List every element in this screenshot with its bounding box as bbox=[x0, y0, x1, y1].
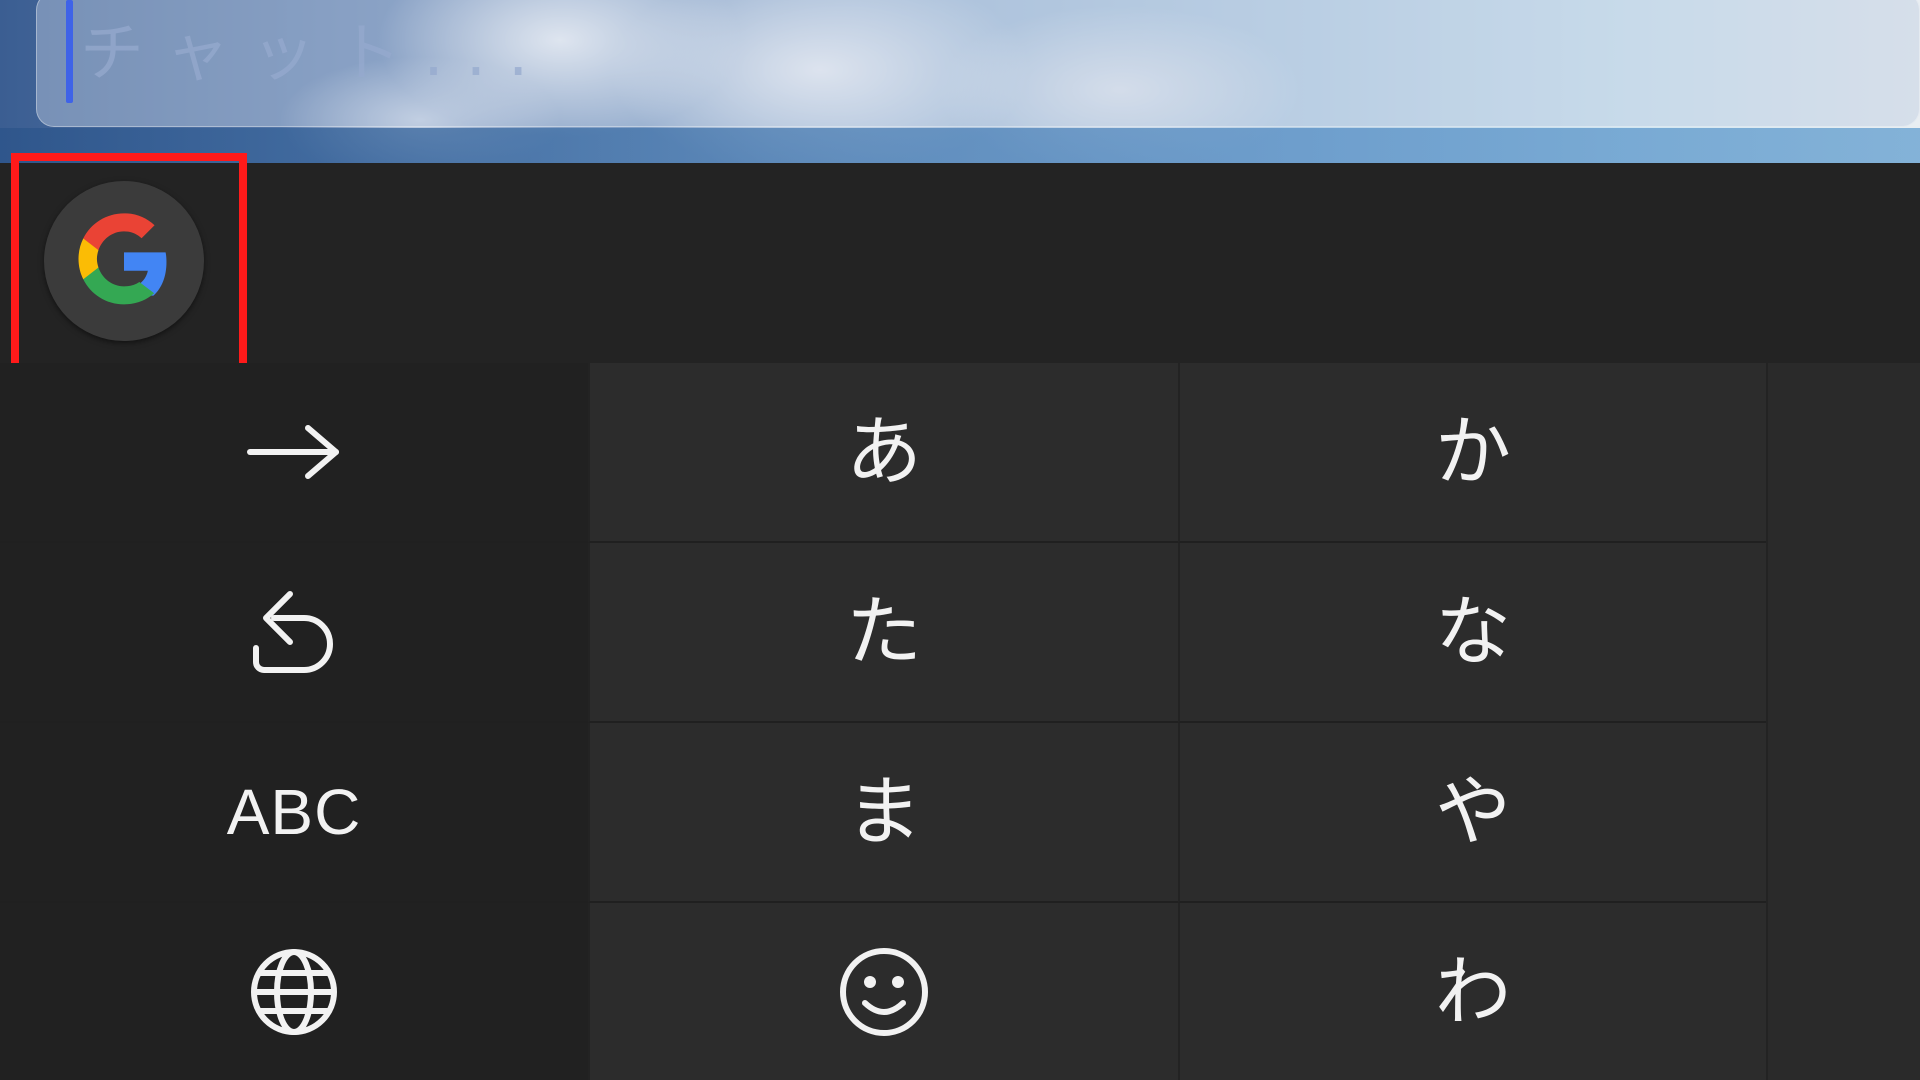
globe-icon bbox=[251, 948, 337, 1035]
screen: チャット... ABC あ た ま か な や わ bbox=[0, 0, 1920, 1080]
key-na[interactable]: な bbox=[1178, 543, 1766, 723]
key-ta[interactable]: た bbox=[588, 543, 1178, 723]
abc-key[interactable]: ABC bbox=[0, 723, 588, 903]
arrow-right-icon bbox=[247, 425, 339, 479]
key-ta-label: た bbox=[846, 587, 922, 676]
text-caret bbox=[66, 0, 73, 103]
keyboard-toolbar bbox=[0, 163, 1920, 363]
key-wa[interactable]: わ bbox=[1178, 903, 1766, 1080]
key-wa-label: わ bbox=[1435, 946, 1511, 1036]
key-ka[interactable]: か bbox=[1178, 363, 1766, 543]
key-ya-label: や bbox=[1435, 767, 1511, 856]
keyboard-right-column bbox=[1766, 363, 1920, 1080]
chat-input-placeholder: チャット... bbox=[80, 17, 551, 91]
key-a[interactable]: あ bbox=[588, 363, 1178, 543]
next-key[interactable] bbox=[0, 363, 588, 543]
emoji-key[interactable] bbox=[588, 903, 1178, 1080]
key-ma[interactable]: ま bbox=[588, 723, 1178, 903]
undo-key[interactable] bbox=[0, 543, 588, 723]
chat-background-band bbox=[0, 128, 1920, 163]
globe-key[interactable] bbox=[0, 903, 588, 1080]
highlight-annotation-box bbox=[11, 153, 247, 379]
key-ya[interactable]: や bbox=[1178, 723, 1766, 903]
key-na-label: な bbox=[1435, 587, 1511, 676]
undo-icon bbox=[253, 591, 333, 673]
abc-key-label: ABC bbox=[226, 776, 362, 848]
key-ma-label: ま bbox=[846, 767, 922, 856]
key-ka-label: か bbox=[1435, 407, 1511, 496]
key-a-label: あ bbox=[846, 407, 922, 496]
emoji-icon bbox=[840, 947, 928, 1036]
